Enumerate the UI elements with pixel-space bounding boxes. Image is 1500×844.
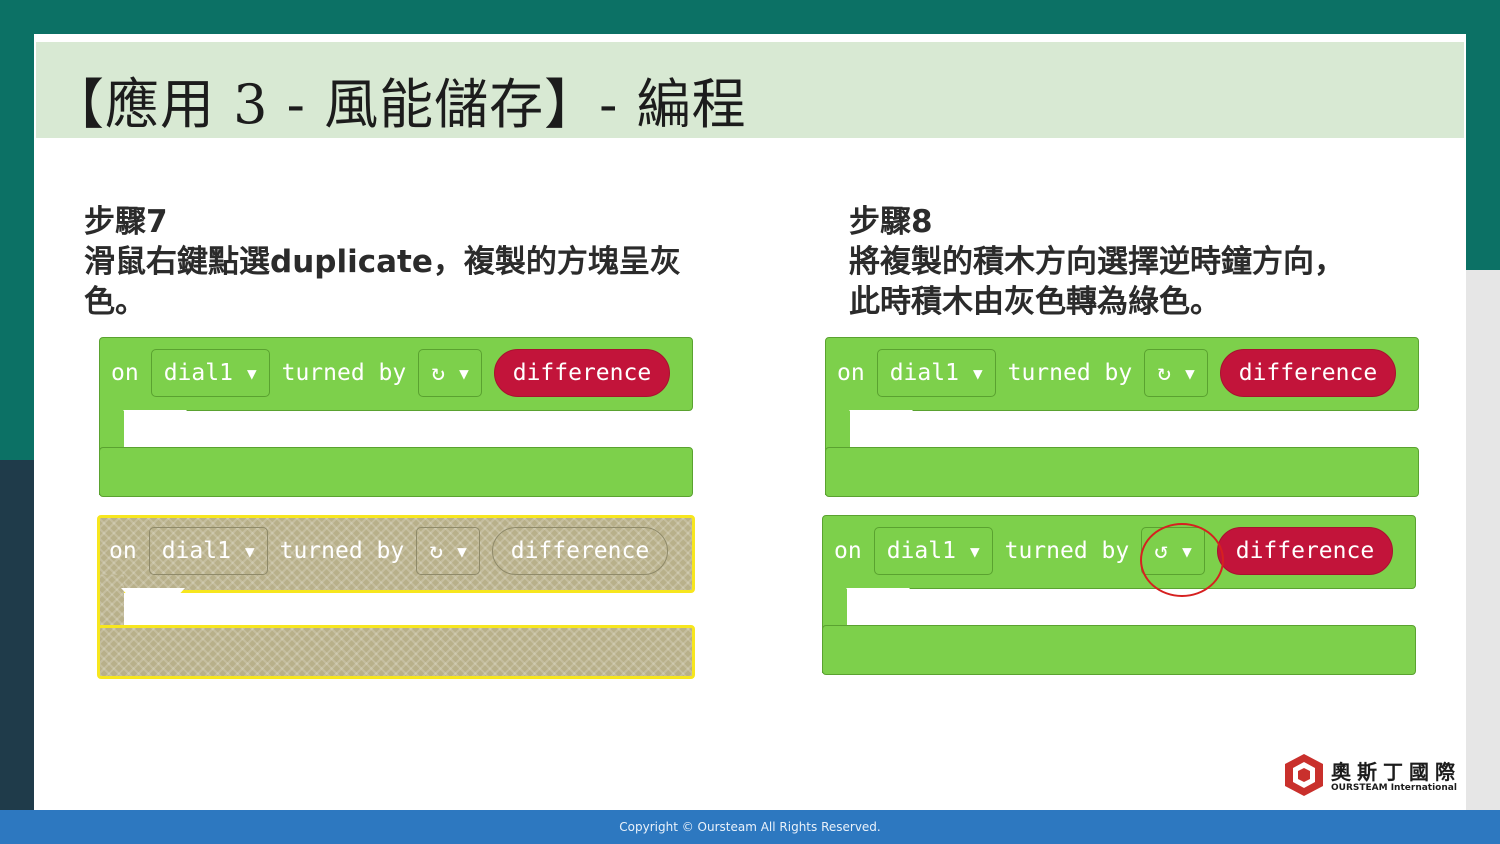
- dial-dropdown[interactable]: dial1 ▼: [150, 349, 270, 397]
- logo-english-name: OURSTEAM International: [1331, 783, 1457, 793]
- slide: 【應用 3 - 風能儲存】- 編程 步驟7 滑鼠右鍵點選duplicate，複製…: [34, 34, 1466, 810]
- clockwise-icon: ↻: [431, 360, 446, 386]
- dial-event-block-counterclockwise[interactable]: on dial1 ▼ turned by ↺ ▼ difference: [822, 515, 1416, 677]
- direction-dropdown[interactable]: ↻ ▼: [416, 527, 480, 575]
- step7-line2: 色。: [84, 284, 146, 320]
- chevron-down-icon: ▼: [246, 363, 257, 383]
- step7-line1: 滑鼠右鍵點選duplicate，複製的方塊呈灰: [84, 244, 681, 280]
- turned-by-label: turned by: [1004, 538, 1130, 564]
- turned-by-label: turned by: [281, 360, 407, 386]
- chevron-down-icon: ▼: [457, 541, 467, 561]
- logo-chinese-name: 奧斯丁國際: [1331, 760, 1461, 784]
- step7-heading: 步驟7: [84, 204, 168, 240]
- footer: Copyright © Oursteam All Rights Reserved…: [0, 810, 1500, 844]
- slide-title: 【應用 3 - 風能儲存】- 編程: [50, 73, 747, 136]
- step8-text: 步驟8 將複製的積木方向選擇逆時鐘方向， 此時積木由灰色轉為綠色。: [849, 202, 1345, 322]
- copyright-text: Copyright © Oursteam All Rights Reserved…: [619, 820, 881, 834]
- dial-dropdown[interactable]: dial1 ▼: [148, 527, 268, 575]
- turned-by-label: turned by: [1007, 360, 1133, 386]
- step8-line1: 將複製的積木方向選擇逆時鐘方向，: [849, 244, 1345, 280]
- step8-line2: 此時積木由灰色轉為綠色。: [849, 284, 1221, 320]
- clockwise-icon: ↻: [429, 538, 444, 564]
- turned-by-label: turned by: [279, 538, 405, 564]
- company-logo: 奧斯丁國際 OURSTEAM International: [1283, 750, 1473, 800]
- dial-dropdown[interactable]: dial1 ▼: [873, 527, 993, 575]
- highlight-circle: [1140, 523, 1224, 597]
- clockwise-icon: ↻: [1157, 360, 1172, 386]
- chevron-down-icon: ▼: [459, 363, 469, 383]
- difference-variable[interactable]: difference: [493, 349, 671, 397]
- chevron-down-icon: ▼: [972, 363, 983, 383]
- on-label: on: [837, 360, 865, 386]
- difference-variable[interactable]: difference: [491, 527, 669, 575]
- difference-variable[interactable]: difference: [1216, 527, 1394, 575]
- step8-heading: 步驟8: [849, 204, 933, 240]
- on-label: on: [834, 538, 862, 564]
- dial-event-block-original-step8[interactable]: on dial1 ▼ turned by ↻ ▼ difference: [825, 337, 1419, 499]
- direction-dropdown[interactable]: ↻ ▼: [1144, 349, 1208, 397]
- on-label: on: [109, 538, 137, 564]
- dial-event-block-original[interactable]: on dial1 ▼ turned by ↻ ▼ difference: [99, 337, 693, 499]
- chevron-down-icon: ▼: [969, 541, 980, 561]
- difference-variable[interactable]: difference: [1219, 349, 1397, 397]
- chevron-down-icon: ▼: [1185, 363, 1195, 383]
- direction-dropdown[interactable]: ↻ ▼: [418, 349, 482, 397]
- dial-dropdown[interactable]: dial1 ▼: [876, 349, 996, 397]
- on-label: on: [111, 360, 139, 386]
- title-bar: 【應用 3 - 風能儲存】- 編程: [36, 42, 1464, 138]
- dial-event-block-duplicate[interactable]: on dial1 ▼ turned by ↻ ▼ difference: [97, 515, 695, 679]
- step7-text: 步驟7 滑鼠右鍵點選duplicate，複製的方塊呈灰 色。: [84, 202, 681, 322]
- logo-cube-icon: [1285, 754, 1323, 796]
- chevron-down-icon: ▼: [244, 541, 255, 561]
